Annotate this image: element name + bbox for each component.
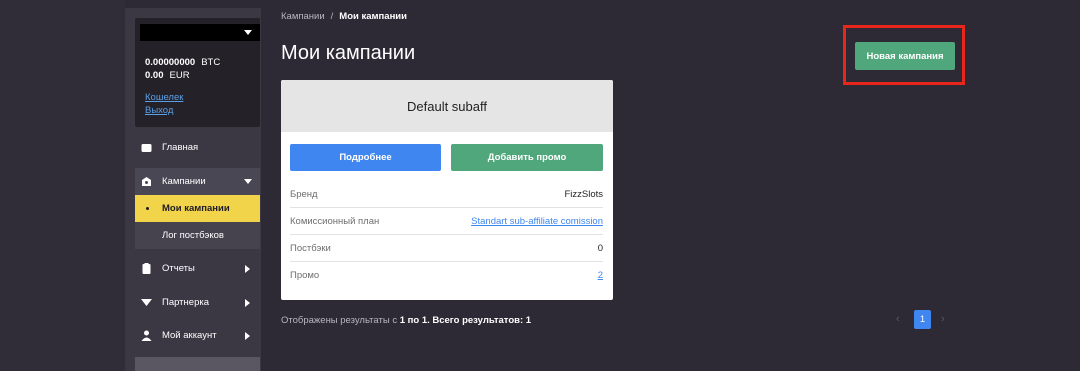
results-prefix: Отображены результаты с xyxy=(281,315,398,326)
pagination-page-current[interactable]: 1 xyxy=(914,310,931,329)
home-icon xyxy=(141,144,152,152)
page-title: Мои кампании xyxy=(281,42,416,64)
sidebar-item-label: Главная xyxy=(162,142,199,153)
chevron-down-icon xyxy=(244,179,252,184)
breadcrumb-current: Мои кампании xyxy=(339,11,407,22)
sidebar-item-campaigns[interactable]: Кампании xyxy=(135,168,260,195)
sidebar-item-reports[interactable]: Отчеты xyxy=(135,255,260,282)
balance-currency: EUR xyxy=(169,70,190,81)
add-promo-button[interactable]: Добавить промо xyxy=(451,144,603,171)
chevron-right-icon xyxy=(245,331,250,340)
sidebar-item-label: Мои кампании xyxy=(162,203,230,214)
chevron-right-icon xyxy=(245,264,250,273)
sidebar-item-home[interactable]: Главная xyxy=(135,134,260,161)
promo-count-link[interactable]: 2 xyxy=(598,270,603,281)
briefcase-icon xyxy=(142,177,151,186)
row-label: Комиссионный план xyxy=(290,216,380,227)
balance-amount: 0.00000000 xyxy=(145,57,196,68)
balance-eur: 0.00 EUR xyxy=(145,70,190,81)
row-label: Постбэки xyxy=(290,243,331,254)
user-icon xyxy=(141,330,152,341)
row-value: 0 xyxy=(597,243,603,254)
balance-amount: 0.00 xyxy=(145,70,164,81)
bullet-icon xyxy=(146,207,149,210)
results-summary: Отображены результаты с 1 по 1. Всего ре… xyxy=(281,315,531,326)
new-campaign-button[interactable]: Новая кампания xyxy=(855,42,955,70)
logout-link[interactable]: Выход xyxy=(145,105,173,116)
balance-btc: 0.00000000 BTC xyxy=(145,57,220,68)
sidebar-item-label: Отчеты xyxy=(162,263,195,274)
wallet-select[interactable] xyxy=(140,24,260,41)
page-left-background xyxy=(0,0,125,371)
card-row-postbacks: Постбэки 0 xyxy=(290,234,603,262)
commission-plan-link[interactable]: Standart sub-affiliate comission xyxy=(471,216,603,227)
card-row-promo: Промо 2 xyxy=(290,261,603,288)
chevron-right-icon xyxy=(245,298,250,307)
sidebar-item-label: Лог постбэков xyxy=(162,230,224,241)
row-label: Промо xyxy=(290,270,320,281)
row-value: FizzSlots xyxy=(564,189,603,200)
sidebar-item-account[interactable]: Мой аккаунт xyxy=(135,322,260,349)
sidebar-item-postback-log[interactable]: Лог постбэков xyxy=(135,222,260,249)
breadcrumb: Кампании / Мои кампании xyxy=(281,11,407,22)
breadcrumb-link[interactable]: Кампании xyxy=(281,11,325,22)
campaign-card: Default subaff Подробнее Добавить промо … xyxy=(281,80,613,300)
card-row-commission-plan: Комиссионный план Standart sub-affiliate… xyxy=(290,207,603,235)
sidebar-scroll-edge xyxy=(135,357,260,371)
balance-currency: BTC xyxy=(201,57,221,68)
wallet-link[interactable]: Кошелек xyxy=(145,92,183,103)
chevron-down-icon xyxy=(244,30,252,35)
card-title: Default subaff xyxy=(407,99,487,114)
sidebar-item-label: Кампании xyxy=(162,176,206,187)
sidebar-item-label: Мой аккаунт xyxy=(162,330,217,341)
sidebar-item-my-campaigns[interactable]: Мои кампании xyxy=(135,195,260,222)
row-label: Бренд xyxy=(290,189,318,200)
sidebar-item-label: Партнерка xyxy=(162,297,209,308)
card-row-brand: Бренд FizzSlots xyxy=(290,180,603,208)
results-range: 1 по 1. Всего результатов: 1 xyxy=(399,315,532,326)
card-header: Default subaff xyxy=(281,80,613,132)
breadcrumb-separator: / xyxy=(330,11,334,22)
pagination-next[interactable]: › xyxy=(941,313,945,325)
clipboard-icon xyxy=(142,263,151,274)
sidebar-item-partner[interactable]: Партнерка xyxy=(135,289,260,316)
details-button[interactable]: Подробнее xyxy=(290,144,441,171)
pagination-prev[interactable]: ‹ xyxy=(896,313,900,325)
partner-icon xyxy=(141,299,152,306)
